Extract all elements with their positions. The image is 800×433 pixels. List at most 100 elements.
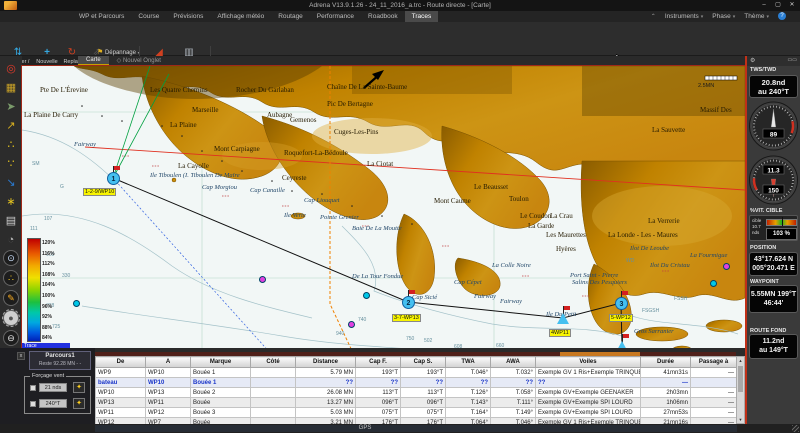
- table-column-header[interactable]: Passage à: [691, 357, 737, 368]
- nautical-chart[interactable]: Pte De L'ÉrevineLa Plaine De CarryLes Qu…: [22, 66, 745, 355]
- waypoint-marker[interactable]: 3: [615, 297, 628, 310]
- menu-right-item[interactable]: Phase▾: [712, 13, 735, 20]
- table-cell[interactable]: T.164°: [446, 408, 491, 418]
- waypoint-marker[interactable]: 2: [402, 296, 415, 309]
- table-cell[interactable]: T.046°: [446, 368, 491, 378]
- table-cell[interactable]: Bouée 2: [191, 388, 251, 398]
- table-cell[interactable]: [251, 388, 296, 398]
- wind-compass-gauge[interactable]: 89: [748, 100, 799, 152]
- table-row[interactable]: bateauWP10Bouée 1????????????—: [96, 378, 737, 388]
- table-cell[interactable]: 193°T: [356, 368, 401, 378]
- table-cell[interactable]: WP12: [146, 408, 191, 418]
- waypoint-value[interactable]: 5.55MN 199°T 46:44': [749, 285, 798, 313]
- table-cell[interactable]: —: [691, 398, 737, 408]
- menu-tab[interactable]: Prévisions: [166, 11, 210, 22]
- minimize-button[interactable]: –: [758, 1, 770, 9]
- lifebuoy-icon[interactable]: ◎: [3, 60, 20, 77]
- table-cell[interactable]: WP13: [96, 398, 146, 408]
- table-cell[interactable]: 113°T: [401, 388, 446, 398]
- menu-right-item[interactable]: Thème▾: [744, 13, 769, 20]
- table-cell[interactable]: ??: [536, 378, 641, 388]
- table-cell[interactable]: 41mn31s: [641, 368, 691, 378]
- zoom-area-icon[interactable]: ⊙: [3, 250, 19, 266]
- panel-list-icon[interactable]: ▭▭: [788, 57, 797, 63]
- table-column-header[interactable]: AWA: [491, 357, 536, 368]
- table-row[interactable]: WP13WP11Bouée13.27 MN096°T096°TT.143°T.1…: [96, 398, 737, 408]
- menu-tab[interactable]: Routage: [271, 11, 310, 22]
- table-cell[interactable]: —: [641, 378, 691, 388]
- table-cell[interactable]: WP11: [96, 408, 146, 418]
- table-column-header[interactable]: Côté: [251, 357, 296, 368]
- table-column-header[interactable]: Durée: [641, 357, 691, 368]
- table-cell[interactable]: WP10: [146, 378, 191, 388]
- zoom-points-icon[interactable]: ∴: [3, 270, 19, 286]
- waypoint-route-icon[interactable]: ↗: [3, 117, 20, 134]
- table-cell[interactable]: —: [691, 408, 737, 418]
- table-cell[interactable]: 113°T: [356, 388, 401, 398]
- table-cell[interactable]: —: [691, 388, 737, 398]
- table-cell[interactable]: [251, 378, 296, 388]
- table-column-header[interactable]: De: [96, 357, 146, 368]
- table-cell[interactable]: WP11: [146, 398, 191, 408]
- help-button[interactable]: ?: [778, 12, 786, 20]
- table-cell[interactable]: Bouée 1: [191, 368, 251, 378]
- menu-tab[interactable]: Affichage météo: [210, 11, 271, 22]
- table-column-header[interactable]: Marque: [191, 357, 251, 368]
- notes-icon[interactable]: ▤: [3, 212, 20, 229]
- table-row[interactable]: WP10WP13Bouée 226.08 MN113°T113°TT.126°T…: [96, 388, 737, 398]
- table-cell[interactable]: T.126°: [446, 388, 491, 398]
- menu-tab[interactable]: Course: [131, 11, 166, 22]
- table-cell[interactable]: Bouée: [191, 398, 251, 408]
- table-cell[interactable]: ??: [491, 378, 536, 388]
- table-cell[interactable]: [691, 378, 737, 388]
- table-cell[interactable]: Bouée 1: [191, 378, 251, 388]
- tab-nouvel-onglet[interactable]: ◇ Nouvel Onglet: [109, 56, 169, 66]
- table-column-header[interactable]: TWA: [446, 357, 491, 368]
- waypoint-marker[interactable]: 1: [107, 172, 120, 185]
- table-cell[interactable]: ??: [356, 378, 401, 388]
- table-cell[interactable]: 075°T: [401, 408, 446, 418]
- wind-dir-field[interactable]: 240°T: [39, 399, 67, 408]
- tab-carte[interactable]: Carte: [78, 56, 109, 65]
- waypoint-pair-icon[interactable]: ∴: [3, 136, 20, 153]
- table-column-header[interactable]: Cap S.: [401, 357, 446, 368]
- table-cell[interactable]: T.149°: [491, 408, 536, 418]
- route-summary[interactable]: Parcours1 Reste 92.28 MN - -: [29, 351, 91, 370]
- route-panel-close-button[interactable]: x: [17, 352, 25, 360]
- table-header-row[interactable]: DeAMarqueCôtéDistanceCap F.Cap S.TWAAWAV…: [96, 357, 737, 368]
- wind-speed-picker-button[interactable]: ✦: [73, 382, 85, 393]
- scrollbar-thumb[interactable]: [738, 366, 743, 392]
- target-speed-panel[interactable]: cible 10.7 nds 103 %: [749, 215, 798, 241]
- table-cell[interactable]: T.111°: [491, 398, 536, 408]
- waypoint-marks-icon[interactable]: ∗: [3, 193, 20, 210]
- table-cell[interactable]: ??: [401, 378, 446, 388]
- table-cell[interactable]: 5.03 MN: [296, 408, 356, 418]
- table-column-header[interactable]: Voiles: [536, 357, 641, 368]
- table-cell[interactable]: 27mn53s: [641, 408, 691, 418]
- gear-icon[interactable]: ⚙: [750, 57, 755, 64]
- chart-icon[interactable]: ▦: [3, 79, 20, 96]
- pan-icon[interactable]: ●: [3, 310, 19, 326]
- table-row[interactable]: WP9WP10Bouée 15.79 MN193°T193°TT.046°T.0…: [96, 368, 737, 378]
- compass-icon[interactable]: ◔: [3, 231, 20, 248]
- menu-right-item[interactable]: Instruments▾: [665, 13, 703, 20]
- table-cell[interactable]: Exemple GV+Exemple SPI LOURD: [536, 408, 641, 418]
- table-cell[interactable]: Exemple GV+Exemple SPI LOURD: [536, 398, 641, 408]
- close-button[interactable]: ✕: [786, 1, 798, 9]
- wind-speed-field[interactable]: 21 nds: [39, 383, 67, 392]
- table-cell[interactable]: 096°T: [356, 398, 401, 408]
- table-cell[interactable]: Exemple GV 1 Ris+Exemple TRINQUETTE: [536, 368, 641, 378]
- table-cell[interactable]: WP13: [146, 388, 191, 398]
- table-cell[interactable]: 1h06mn: [641, 398, 691, 408]
- wind-dir-checkbox[interactable]: [30, 401, 36, 407]
- table-cell[interactable]: [251, 398, 296, 408]
- table-cell[interactable]: WP10: [146, 368, 191, 378]
- table-cell[interactable]: 26.08 MN: [296, 388, 356, 398]
- maximize-button[interactable]: ▢: [772, 1, 784, 9]
- table-cell[interactable]: 2h03mn: [641, 388, 691, 398]
- resize-grip[interactable]: [792, 425, 799, 432]
- boat-motor-icon[interactable]: ➤: [3, 98, 20, 115]
- scroll-up-icon[interactable]: ▲: [737, 358, 744, 363]
- table-column-header[interactable]: Cap F.: [356, 357, 401, 368]
- wind-dir-picker-button[interactable]: ✦: [73, 398, 85, 409]
